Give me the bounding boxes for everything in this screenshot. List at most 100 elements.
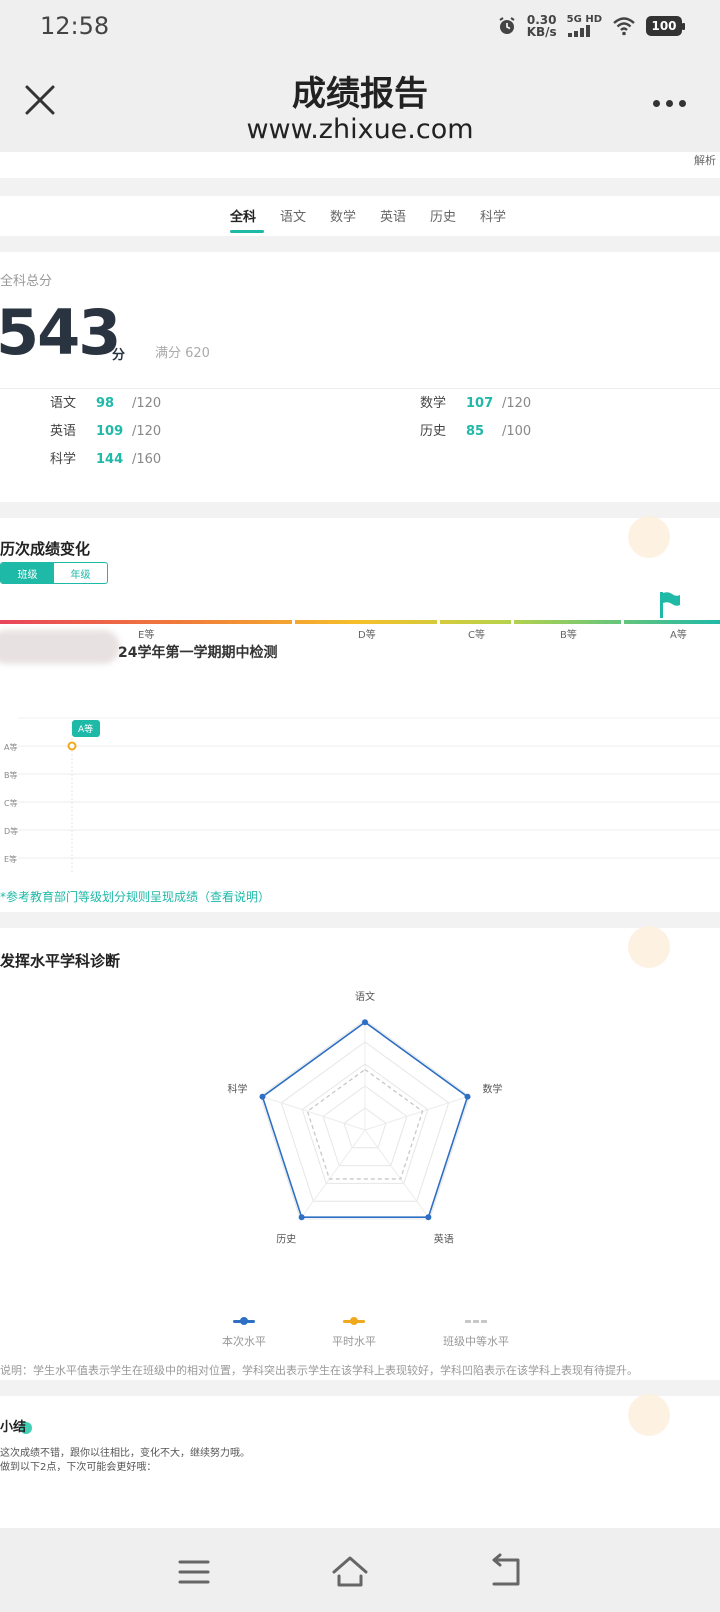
subject-score-chinese[interactable]: 语文 98/120 [50,392,161,411]
signal-icon [567,25,590,37]
legend-class-marker [465,1320,487,1323]
series-current-point [362,1019,368,1026]
history-trend-card: 历次成绩变化 班级 年级 E等 D等 C等 B等 A等 24学年第一学期期中检测… [0,516,720,912]
total-score-label: 全科总分 [0,274,53,289]
legend-usual-label: 平时水平 [332,1335,376,1348]
status-time: 12:58 [40,12,110,40]
blurred-area [0,630,120,664]
toggle-class[interactable]: 班级 [1,563,54,583]
menu-icon[interactable] [174,1552,214,1592]
subject-name: 科学 [50,452,77,467]
tab-chinese[interactable]: 语文 [280,206,306,225]
tab-english[interactable]: 英语 [380,206,406,225]
subject-score: 98 [96,396,115,411]
tab-active-indicator [230,230,264,233]
subject-score: 144 [96,452,124,467]
y-tick-label: B等 [4,770,18,780]
summary-line-2: 做到以下2点，下次可能会更好哦： [0,1462,157,1473]
home-icon[interactable] [330,1552,370,1592]
subject-max: /120 [132,396,162,411]
subject-score: 109 [96,424,124,439]
exam-name: 24学年第一学期期中检测 [118,645,278,661]
subject-name: 英语 [50,424,77,439]
subject-name: 语文 [50,396,77,411]
tab-science[interactable]: 科学 [480,206,506,225]
decor-circle [628,926,670,968]
network-speed: 0.30 KB/s [527,14,557,38]
status-icons: 0.30 KB/s 5G HD 100 [497,14,685,38]
y-tick-label: A等 [4,742,17,752]
alarm-icon [499,17,515,34]
legend-class-median[interactable]: 班级中等水平 [438,1320,514,1349]
point-label: A等 [78,723,93,735]
history-title: 历次成绩变化 [0,540,91,558]
analysis-link[interactable]: 解析 [694,152,716,168]
page-title: 成绩报告 [292,74,428,114]
grade-label-c: C等 [468,630,485,641]
battery-icon: 100 [646,16,685,36]
subject-score-english[interactable]: 英语 109/120 [50,420,161,439]
tab-math[interactable]: 数学 [330,206,356,225]
legend-class-label: 班级中等水平 [443,1335,509,1348]
legend-usual-marker [343,1317,365,1325]
radar-axis-label: 语文 [355,990,375,1003]
total-score-card: 全科总分 543 分 满分 620 语文 98/120 数学 107/120 英语 1… [0,252,720,502]
subject-max: /120 [502,396,532,411]
back-icon[interactable] [486,1552,526,1592]
radar-spoke [299,1129,366,1220]
radar-axis-label: 英语 [434,1232,454,1245]
subject-score-history[interactable]: 历史 85/100 [420,420,531,439]
subject-max: /160 [132,452,162,467]
subject-max: /120 [132,424,162,439]
page-url: www.zhixue.com [246,114,474,145]
nav-bar: 成绩报告 www.zhixue.com [0,56,720,152]
report-content[interactable]: 解析 全科 语文 数学 英语 历史 科学 全科总分 543 分 满分 620 语… [0,152,720,1528]
summary-line-1: 这次成绩不错，跟你以往相比，变化不大，继续努力哦。 [0,1448,250,1459]
radar-axis-label: 数学 [482,1083,502,1096]
top-strip: 解析 [0,152,720,178]
legend-current-marker [233,1317,255,1325]
grade-scale-bar [0,620,720,624]
subject-score-science[interactable]: 科学 144/160 [50,448,161,467]
full-score: 满分 620 [155,346,210,361]
series-current-point [298,1214,305,1221]
subject-score-math[interactable]: 数学 107/120 [420,392,531,411]
system-nav-bar [0,1528,720,1612]
legend-current-label: 本次水平 [222,1335,266,1348]
y-tick-label: E等 [4,854,17,864]
legend-current[interactable]: 本次水平 [216,1317,272,1349]
y-tick-label: D等 [4,826,18,836]
radar-chart: 语文数学英语 历史 科学 [228,990,503,1245]
legend-usual[interactable]: 平时水平 [326,1317,382,1349]
subject-diagnosis-card: 发挥水平学科诊断 语文 数学 英语 历史 科学 本次水平 平时水平 班级中等水平 说明：… [0,926,720,1380]
status-bar: 12:58 0.30 KB/s 5G HD 100 [0,0,720,56]
decor-circle [628,516,670,558]
speed-unit: KB/s [526,25,557,39]
diagnosis-title: 发挥水平学科诊断 [0,952,121,970]
radar-axis-label: 科学 [228,1083,248,1096]
radar-spoke [364,1129,431,1220]
total-score-unit: 分 [112,348,126,363]
tab-all[interactable]: 全科 [230,206,256,225]
radar-axis-label: 历史 [276,1233,296,1245]
summary-title: 小结 [0,1420,27,1435]
flag-icon [660,592,680,618]
radar-spoke [260,1095,366,1131]
grade-label-e: E等 [138,630,155,641]
subject-max: /100 [502,424,532,439]
grade-trend-chart: A等B等C等D等E等11.12A等 [4,717,720,872]
subject-name: 数学 [420,396,447,411]
scope-toggle: 班级 年级 [0,562,108,584]
decor-circle [628,1394,670,1436]
grade-label-a: A等 [670,630,687,641]
y-tick-label: C等 [4,798,18,808]
grading-rule-note[interactable]: *参考教育部门等级划分规则呈现成绩（查看说明） [0,888,270,905]
subject-name: 历史 [420,424,447,439]
grade-label-b: B等 [560,630,577,641]
more-icon[interactable] [653,100,686,107]
toggle-grade[interactable]: 年级 [54,563,107,583]
total-score-value: 543 [0,296,121,369]
tab-history[interactable]: 历史 [430,206,456,225]
subject-score: 107 [466,396,494,411]
divider [0,388,720,389]
